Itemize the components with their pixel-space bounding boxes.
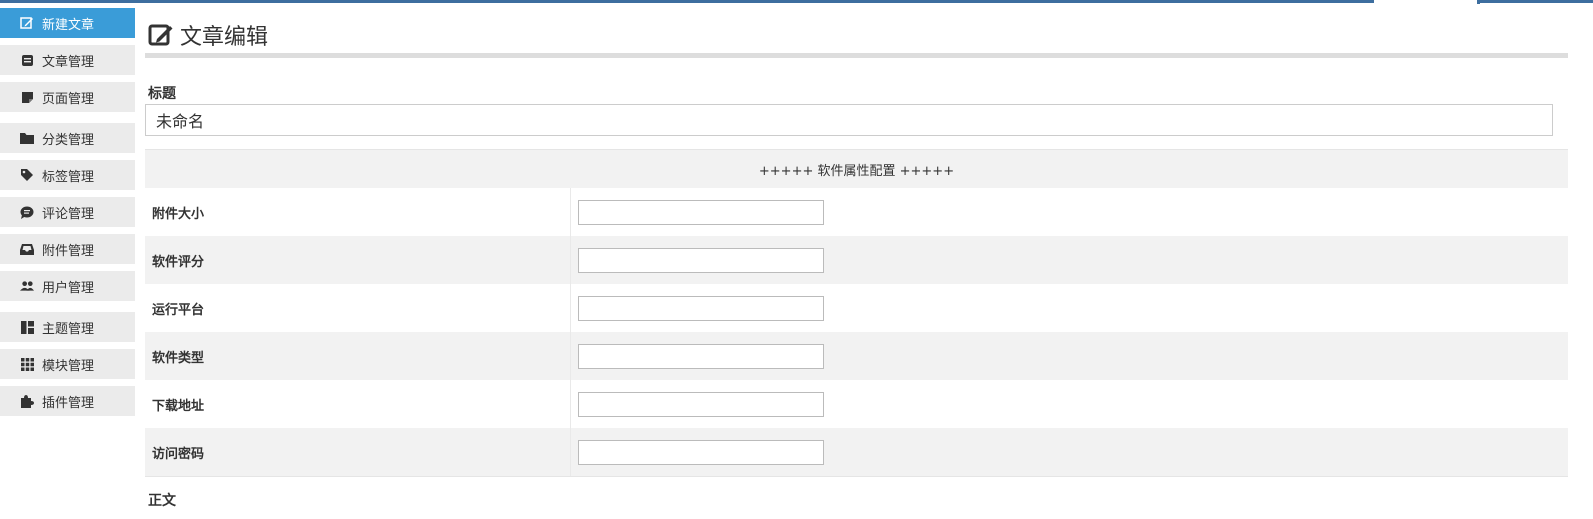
sidebar-item-tag-manage[interactable]: 标签管理	[0, 160, 135, 190]
sidebar-item-module-manage[interactable]: 模块管理	[0, 349, 135, 379]
comment-icon	[20, 205, 34, 219]
prop-label-rating: 软件评分	[145, 236, 571, 284]
sidebar-item-label: 插件管理	[42, 395, 95, 411]
top-accent-tick	[1477, 0, 1480, 4]
prop-label-platform: 运行平台	[145, 284, 571, 332]
folder-icon	[20, 131, 34, 145]
download-url-input[interactable]	[578, 391, 824, 417]
sidebar-item-user-manage[interactable]: 用户管理	[0, 271, 135, 301]
sidebar-item-comment-manage[interactable]: 评论管理	[0, 197, 135, 227]
layout-icon	[20, 320, 34, 334]
properties-header: +++++ 软件属性配置 +++++	[145, 150, 1568, 188]
prop-label-software-type: 软件类型	[145, 332, 571, 380]
inbox-icon	[20, 242, 34, 256]
title-divider	[145, 53, 1568, 58]
sidebar-item-label: 分类管理	[42, 132, 95, 148]
file-size-input[interactable]	[578, 199, 824, 225]
page-title-text: 文章编辑	[180, 25, 269, 50]
rating-input[interactable]	[578, 247, 824, 273]
users-icon	[20, 279, 34, 293]
sidebar-item-label: 附件管理	[42, 243, 95, 259]
table-row: 访问密码	[145, 428, 1568, 476]
sidebar-item-plugin-manage[interactable]: 插件管理	[0, 386, 135, 416]
table-row: 运行平台	[145, 284, 1568, 332]
sidebar-item-label: 评论管理	[42, 206, 95, 222]
sidebar-item-article-manage[interactable]: 文章管理	[0, 45, 135, 75]
title-field-label: 标题	[148, 86, 176, 102]
platform-input[interactable]	[578, 295, 824, 321]
title-input[interactable]	[145, 104, 1553, 136]
page-icon	[20, 90, 34, 104]
sidebar-item-label: 新建文章	[42, 17, 95, 33]
edit-icon	[20, 16, 34, 30]
sidebar-item-attachment-manage[interactable]: 附件管理	[0, 234, 135, 264]
edit-icon	[148, 22, 174, 48]
sidebar-item-theme-manage[interactable]: 主题管理	[0, 312, 135, 342]
page-title: 文章编辑	[148, 19, 268, 51]
top-accent-gap	[1374, 0, 1479, 3]
body-field-label: 正文	[148, 493, 176, 509]
access-password-input[interactable]	[578, 439, 824, 465]
software-type-input[interactable]	[578, 343, 824, 369]
tag-icon	[20, 168, 34, 182]
table-row: 附件大小	[145, 188, 1568, 236]
software-properties-table: +++++ 软件属性配置 +++++ 附件大小 软件评分 运行平台 软件类型 下…	[145, 149, 1568, 477]
sidebar-item-label: 主题管理	[42, 321, 95, 337]
prop-label-file-size: 附件大小	[145, 188, 571, 236]
sidebar-item-category-manage[interactable]: 分类管理	[0, 123, 135, 153]
prop-label-download-url: 下载地址	[145, 380, 571, 428]
sidebar-item-label: 标签管理	[42, 169, 95, 185]
table-row: 软件类型	[145, 332, 1568, 380]
top-accent-bar	[0, 0, 1593, 3]
sidebar-item-page-manage[interactable]: 页面管理	[0, 82, 135, 112]
sidebar: 新建文章 文章管理 页面管理 分类管理 标签管理 评论管理 附件管理 用户管理 …	[0, 8, 135, 416]
grid-icon	[20, 357, 34, 371]
sidebar-item-label: 模块管理	[42, 358, 95, 374]
puzzle-icon	[20, 394, 34, 408]
sidebar-item-label: 用户管理	[42, 280, 95, 296]
prop-label-access-password: 访问密码	[145, 428, 571, 476]
article-icon	[20, 53, 34, 67]
sidebar-item-label: 页面管理	[42, 91, 95, 107]
sidebar-item-new-article[interactable]: 新建文章	[0, 8, 135, 38]
table-row: 下载地址	[145, 380, 1568, 428]
table-row: 软件评分	[145, 236, 1568, 284]
sidebar-item-label: 文章管理	[42, 54, 95, 70]
